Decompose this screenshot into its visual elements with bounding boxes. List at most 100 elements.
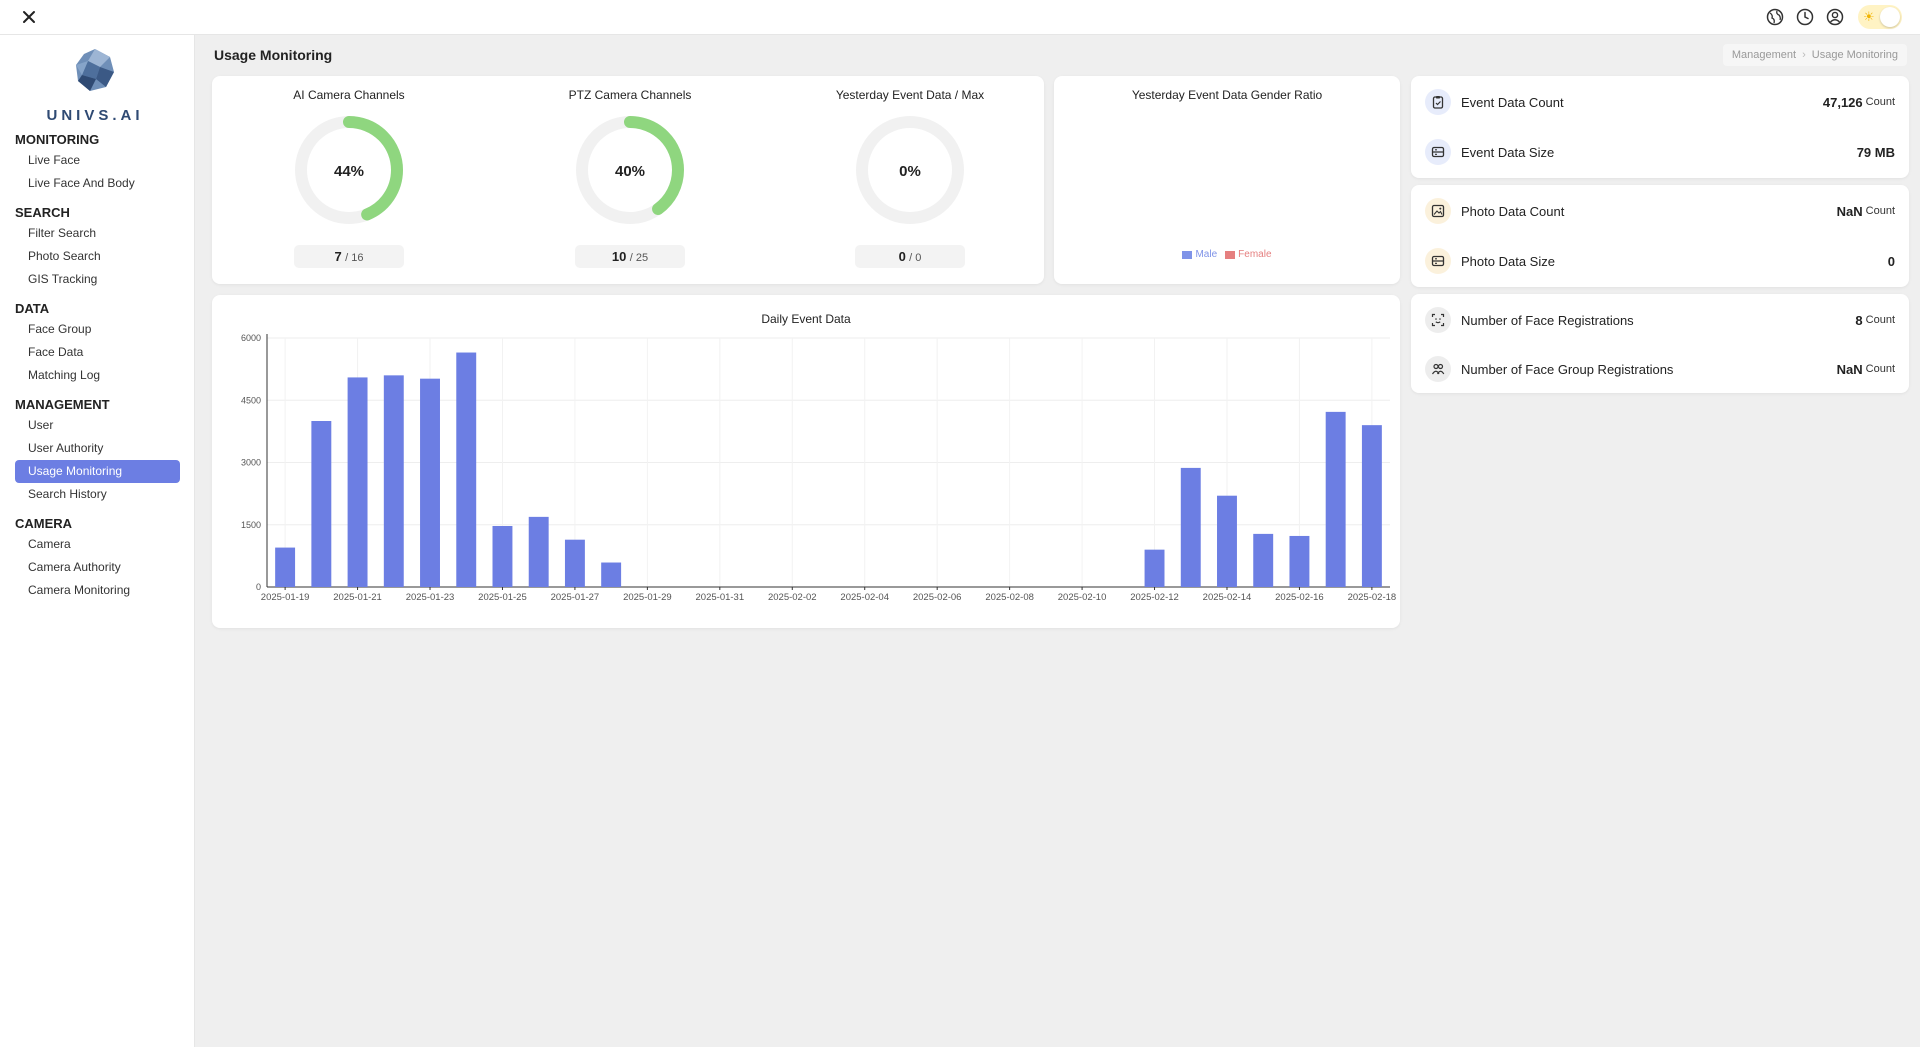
legend-item-male[interactable]: Male (1182, 249, 1217, 260)
gauge-title: AI Camera Channels (293, 88, 405, 102)
chart-bar[interactable] (420, 378, 440, 587)
storage-icon (1425, 248, 1451, 274)
breadcrumb-item-current: Usage Monitoring (1811, 49, 1898, 61)
legend-swatch (1225, 250, 1236, 259)
sidebar-item-gis-tracking[interactable]: GIS Tracking (15, 268, 180, 291)
stat-label: Photo Data Count (1461, 203, 1565, 219)
gauge-yesterday-event: Yesterday Event Data / Max 0% 0 / 0 (810, 76, 1010, 284)
chart-bar[interactable] (1361, 425, 1382, 587)
chart-bar[interactable] (1180, 467, 1201, 587)
nav-section-title: DATA (15, 301, 50, 316)
chart-bar[interactable] (1217, 495, 1237, 587)
gauge-title: PTZ Camera Channels (568, 88, 692, 102)
face-registration-stats-card: Number of Face Registrations 8 Count Num… (1411, 294, 1909, 393)
x-tick-label: 2025-01-29 (623, 592, 672, 603)
close-icon[interactable] (18, 6, 40, 28)
stat-value: 8 (1855, 312, 1863, 328)
globe-icon[interactable] (1764, 6, 1786, 28)
gauge-count-value: 7 (334, 249, 342, 264)
photo-data-stats-card: Photo Data Count NaN Count Photo Data Si… (1411, 185, 1909, 287)
sidebar-item-filter-search[interactable]: Filter Search (15, 222, 180, 245)
gauge-title: Yesterday Event Data / Max (835, 88, 985, 102)
y-tick-label: 4500 (241, 395, 261, 405)
toggle-knob (1880, 7, 1900, 27)
chart-bar[interactable] (347, 377, 368, 587)
chart-bar[interactable] (1289, 535, 1310, 587)
stat-unit: Count (1865, 363, 1895, 375)
daily-event-card: Daily Event Data 0 1500 3000 4500 6000 2025-0… (212, 295, 1400, 628)
x-tick-label: 2025-02-12 (1130, 592, 1179, 603)
gender-ratio-title: Yesterday Event Data Gender Ratio (1131, 88, 1323, 102)
gauge-count-total: / 0 (909, 252, 922, 264)
chart-bar[interactable] (1253, 533, 1274, 587)
nav-section-title: SEARCH (15, 205, 70, 220)
stat-value: 47,126 (1822, 94, 1863, 110)
x-tick-label: 2025-02-06 (913, 592, 962, 603)
storage-icon (1425, 139, 1451, 165)
stat-label: Event Data Size (1461, 144, 1555, 160)
chart-bar[interactable] (1325, 411, 1346, 587)
nav-gap (0, 195, 195, 204)
stat-unit: Count (1865, 205, 1895, 217)
gender-ratio-card: Yesterday Event Data Gender Ratio Male F… (1054, 76, 1400, 284)
sidebar-item-user-authority[interactable]: User Authority (15, 437, 180, 460)
sidebar-item-live-face-and-body[interactable]: Live Face And Body (15, 172, 180, 195)
image-icon (1425, 198, 1451, 224)
legend-item-female[interactable]: Female (1225, 249, 1272, 260)
page-title: Usage Monitoring (214, 47, 333, 63)
chevron-right-icon: › (1802, 49, 1806, 61)
legend-label: Male (1195, 249, 1218, 260)
nav-gap (0, 506, 195, 515)
sidebar-item-camera[interactable]: Camera (15, 533, 180, 556)
chart-bar[interactable] (456, 352, 477, 587)
x-tick-label: 2025-02-08 (985, 592, 1034, 603)
x-tick-label: 2025-01-21 (333, 592, 382, 603)
chart-bar[interactable] (275, 547, 296, 587)
chart-bar[interactable] (492, 525, 513, 587)
y-tick-label: 0 (256, 582, 261, 592)
sidebar-item-photo-search[interactable]: Photo Search (15, 245, 180, 268)
stat-label: Event Data Count (1461, 94, 1564, 110)
stat-unit: Count (1865, 96, 1895, 108)
stat-event-data-count: Event Data Count 47,126 Count (1425, 84, 1895, 120)
stat-event-data-size: Event Data Size 79 MB (1425, 134, 1895, 170)
nav-section-title: MANAGEMENT (15, 397, 110, 412)
sidebar-item-user[interactable]: User (15, 414, 180, 437)
nav-gap (0, 387, 195, 396)
chart-bar[interactable] (528, 516, 549, 587)
gauge-count-value: 0 (898, 249, 906, 264)
gauge-ai-camera: AI Camera Channels 44% 7 / 16 (249, 76, 449, 284)
stat-value: 0 (1887, 253, 1895, 269)
sidebar-item-search-history[interactable]: Search History (15, 483, 180, 506)
sidebar-item-camera-authority[interactable]: Camera Authority (15, 556, 180, 579)
chart-bar[interactable] (1144, 549, 1165, 587)
logo-text: UNIVS.AI (46, 107, 144, 124)
x-tick-label: 2025-01-23 (406, 592, 455, 603)
sidebar-item-face-data[interactable]: Face Data (15, 341, 180, 364)
chart-bar[interactable] (383, 375, 404, 587)
gauge-percent: 40% (614, 163, 646, 180)
breadcrumb-item[interactable]: Management (1732, 49, 1796, 61)
gauge-percent: 0% (899, 163, 921, 180)
sidebar-item-live-face[interactable]: Live Face (15, 149, 180, 172)
sidebar-item-matching-log[interactable]: Matching Log (15, 364, 180, 387)
x-tick-label: 2025-02-10 (1058, 592, 1107, 603)
x-tick-label: 2025-02-18 (1348, 592, 1397, 603)
x-tick-label: 2025-01-31 (696, 592, 745, 603)
y-tick-label: 6000 (241, 333, 261, 343)
chart-bar[interactable] (564, 539, 585, 587)
user-icon[interactable] (1824, 6, 1846, 28)
sidebar-item-face-group[interactable]: Face Group (15, 318, 180, 341)
sidebar-nav: MONITORING Live Face Live Face And Body SEA… (0, 131, 195, 602)
sidebar-item-camera-monitoring[interactable]: Camera Monitoring (15, 579, 180, 602)
stat-photo-data-size: Photo Data Size 0 (1425, 243, 1895, 279)
x-tick-label: 2025-02-02 (768, 592, 817, 603)
clock-icon[interactable] (1794, 6, 1816, 28)
theme-toggle[interactable]: ☀ (1858, 5, 1902, 29)
x-tick-label: 2025-01-19 (261, 592, 310, 603)
chart-bar[interactable] (311, 421, 332, 587)
x-tick-label: 2025-02-14 (1203, 592, 1252, 603)
logo: UNIVS.AI (40, 45, 150, 124)
sidebar-item-usage-monitoring[interactable]: Usage Monitoring (15, 460, 180, 483)
chart-bar[interactable] (601, 562, 622, 587)
